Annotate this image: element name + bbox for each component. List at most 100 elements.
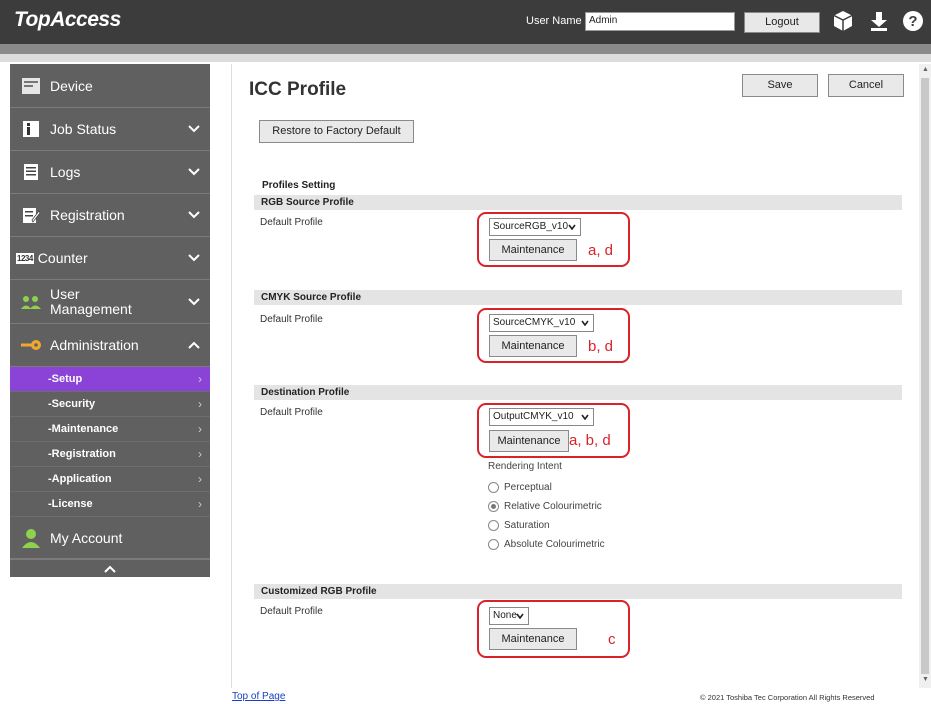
annotation-label: c xyxy=(608,631,616,648)
section-header: Customized RGB Profile xyxy=(254,584,902,599)
subitem-label: -License xyxy=(48,498,93,510)
top-bar: TopAccess User Name Admin Logout ? xyxy=(0,0,931,44)
chevron-down-icon xyxy=(581,414,589,420)
help-icon[interactable]: ? xyxy=(902,9,924,33)
annotation-label: a, b, d xyxy=(569,432,611,449)
select-value: SourceRGB_v10 xyxy=(493,221,569,232)
select-value: SourceCMYK_v10 xyxy=(493,317,576,328)
sidebar-item-label: My Account xyxy=(50,529,123,546)
user-icon xyxy=(20,528,42,548)
select-value: None xyxy=(493,610,517,621)
app-logo[interactable]: TopAccess xyxy=(14,8,121,32)
rendering-intent-label: Rendering Intent xyxy=(488,461,562,472)
annotation-label: a, d xyxy=(588,242,614,259)
sidebar-item-user-management[interactable]: User Management xyxy=(10,280,210,324)
user-name-label: User Name xyxy=(526,15,582,27)
page-title: ICC Profile xyxy=(249,79,347,100)
device-icon xyxy=(20,76,42,96)
default-profile-select[interactable]: SourceCMYK_v10 xyxy=(489,314,594,332)
sidebar-item-label: Administration xyxy=(50,337,139,353)
radio-button-selected[interactable] xyxy=(488,501,499,512)
box-icon[interactable] xyxy=(832,9,854,33)
sidebar-item-registration[interactable]: Registration xyxy=(10,194,210,237)
counter-icon: 1234 xyxy=(16,252,34,264)
download-icon[interactable] xyxy=(868,9,890,33)
subitem-label: -Registration xyxy=(48,448,116,460)
chevron-right-icon: › xyxy=(198,422,202,436)
user-name-field[interactable]: Admin xyxy=(585,12,735,31)
restore-factory-default-button[interactable]: Restore to Factory Default xyxy=(259,120,414,143)
sidebar-item-administration[interactable]: Administration xyxy=(10,324,210,367)
maintenance-button[interactable]: Maintenance xyxy=(489,335,577,357)
sidebar-subitem-maintenance[interactable]: -Maintenance › xyxy=(10,417,210,442)
default-profile-select[interactable]: OutputCMYK_v10 xyxy=(489,408,594,426)
sidebar-item-label: Logs xyxy=(50,164,81,180)
chevron-right-icon: › xyxy=(198,372,202,386)
maintenance-button[interactable]: Maintenance xyxy=(489,430,569,452)
scroll-down-icon[interactable]: ▼ xyxy=(922,676,929,683)
chevron-down-icon xyxy=(188,168,200,176)
field-label: Default Profile xyxy=(260,217,323,228)
default-profile-select[interactable]: SourceRGB_v10 xyxy=(489,218,581,236)
label-line-2: Management xyxy=(50,300,132,317)
users-icon xyxy=(20,292,42,312)
sidebar-collapse-button[interactable] xyxy=(10,559,210,577)
field-label: Default Profile xyxy=(260,314,323,325)
chevron-right-icon: › xyxy=(198,497,202,511)
chevron-down-icon xyxy=(516,613,524,619)
vertical-scrollbar[interactable]: ▲ ▼ xyxy=(919,64,931,688)
sidebar-item-label: Counter xyxy=(37,250,88,266)
main-content: ICC Profile Save Cancel Restore to Facto… xyxy=(231,64,919,688)
chevron-up-icon xyxy=(104,565,116,573)
sidebar-item-label: Registration xyxy=(50,207,125,223)
sidebar-subitem-registration[interactable]: -Registration › xyxy=(10,442,210,467)
sidebar-item-counter[interactable]: 1234 Counter xyxy=(10,237,210,280)
top-of-page-link[interactable]: Top of Page xyxy=(232,691,285,702)
cancel-button[interactable]: Cancel xyxy=(828,74,904,97)
sidebar-subitem-application[interactable]: -Application › xyxy=(10,467,210,492)
save-button[interactable]: Save xyxy=(742,74,818,97)
sidebar-subitem-security[interactable]: -Security › xyxy=(10,392,210,417)
chevron-down-icon xyxy=(188,125,200,133)
select-value: OutputCMYK_v10 xyxy=(493,411,574,422)
section-header: RGB Source Profile xyxy=(254,195,902,210)
radio-label: Absolute Colourimetric xyxy=(504,539,605,550)
scrollbar-thumb[interactable] xyxy=(921,78,929,674)
sidebar-item-logs[interactable]: Logs xyxy=(10,151,210,194)
rendering-intent-option[interactable]: Absolute Colourimetric xyxy=(488,539,605,550)
rendering-intent-option[interactable]: Perceptual xyxy=(488,482,552,493)
radio-button[interactable] xyxy=(488,520,499,531)
label-line-1: User xyxy=(50,285,80,302)
subitem-label: -Application xyxy=(48,473,112,485)
chevron-down-icon xyxy=(188,211,200,219)
profiles-setting-heading: Profiles Setting xyxy=(262,180,336,191)
logout-button[interactable]: Logout xyxy=(744,12,820,33)
sidebar-subitem-setup[interactable]: -Setup › xyxy=(10,367,210,392)
maintenance-button[interactable]: Maintenance xyxy=(489,628,577,650)
default-profile-select[interactable]: None xyxy=(489,607,529,625)
chevron-down-icon xyxy=(581,320,589,326)
rendering-intent-option[interactable]: Saturation xyxy=(488,520,550,531)
radio-button[interactable] xyxy=(488,482,499,493)
section-header: CMYK Source Profile xyxy=(254,290,902,305)
rendering-intent-option[interactable]: Relative Colourimetric xyxy=(488,501,602,512)
sidebar-subitem-license[interactable]: -License › xyxy=(10,492,210,517)
info-icon xyxy=(20,119,42,139)
sidebar-item-label: User Management xyxy=(50,285,132,317)
copyright-text: © 2021 Toshiba Tec Corporation All Right… xyxy=(700,693,875,702)
radio-label: Relative Colourimetric xyxy=(504,501,602,512)
sidebar-item-my-account[interactable]: My Account xyxy=(10,517,210,559)
scroll-up-icon[interactable]: ▲ xyxy=(922,66,929,73)
sidebar-item-label: Device xyxy=(50,77,93,94)
field-label: Default Profile xyxy=(260,606,323,617)
radio-label: Saturation xyxy=(504,520,550,531)
sidebar: Device Job Status Logs Registration 1234… xyxy=(10,64,210,577)
chevron-right-icon: › xyxy=(198,397,202,411)
maintenance-button[interactable]: Maintenance xyxy=(489,239,577,261)
sidebar-item-job-status[interactable]: Job Status xyxy=(10,108,210,151)
sidebar-item-device[interactable]: Device xyxy=(10,64,210,108)
key-icon xyxy=(20,335,42,355)
chevron-down-icon xyxy=(188,297,200,305)
radio-button[interactable] xyxy=(488,539,499,550)
svg-text:?: ? xyxy=(908,13,917,30)
